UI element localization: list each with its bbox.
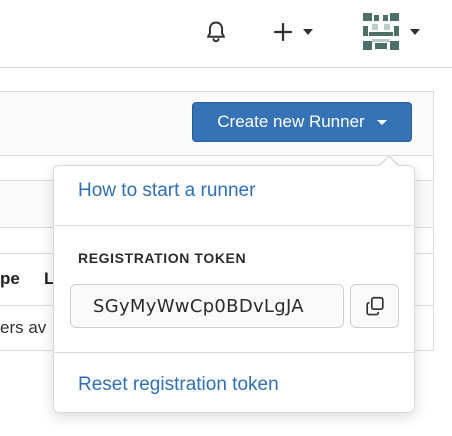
- registration-token-heading: REGISTRATION TOKEN: [78, 250, 247, 266]
- new-menu-button[interactable]: [271, 18, 313, 46]
- avatar-identicon: [360, 12, 402, 52]
- copy-token-button[interactable]: [350, 284, 399, 328]
- empty-state-text: ers av: [0, 318, 47, 337]
- notifications-button[interactable]: [200, 16, 232, 48]
- top-navigation-bar: [0, 0, 452, 68]
- chevron-down-icon: [410, 29, 420, 35]
- chevron-down-icon: [376, 119, 387, 125]
- create-new-runner-button[interactable]: Create new Runner: [192, 102, 412, 142]
- registration-token-field[interactable]: [70, 284, 344, 328]
- column-header-type: pe: [0, 269, 20, 288]
- divider: [54, 352, 414, 353]
- dropdown-arrow-fill: [380, 157, 398, 166]
- reset-registration-token-link[interactable]: Reset registration token: [78, 374, 279, 396]
- plus-icon: [273, 22, 293, 42]
- create-new-runner-label: Create new Runner: [217, 112, 365, 131]
- bell-icon: [207, 21, 225, 43]
- divider: [54, 225, 414, 226]
- user-menu-button[interactable]: [360, 12, 420, 52]
- chevron-down-icon: [303, 29, 313, 35]
- copy-icon: [365, 296, 384, 316]
- how-to-start-runner-link[interactable]: How to start a runner: [78, 180, 255, 202]
- runner-dropdown-menu: How to start a runner REGISTRATION TOKEN…: [53, 165, 415, 413]
